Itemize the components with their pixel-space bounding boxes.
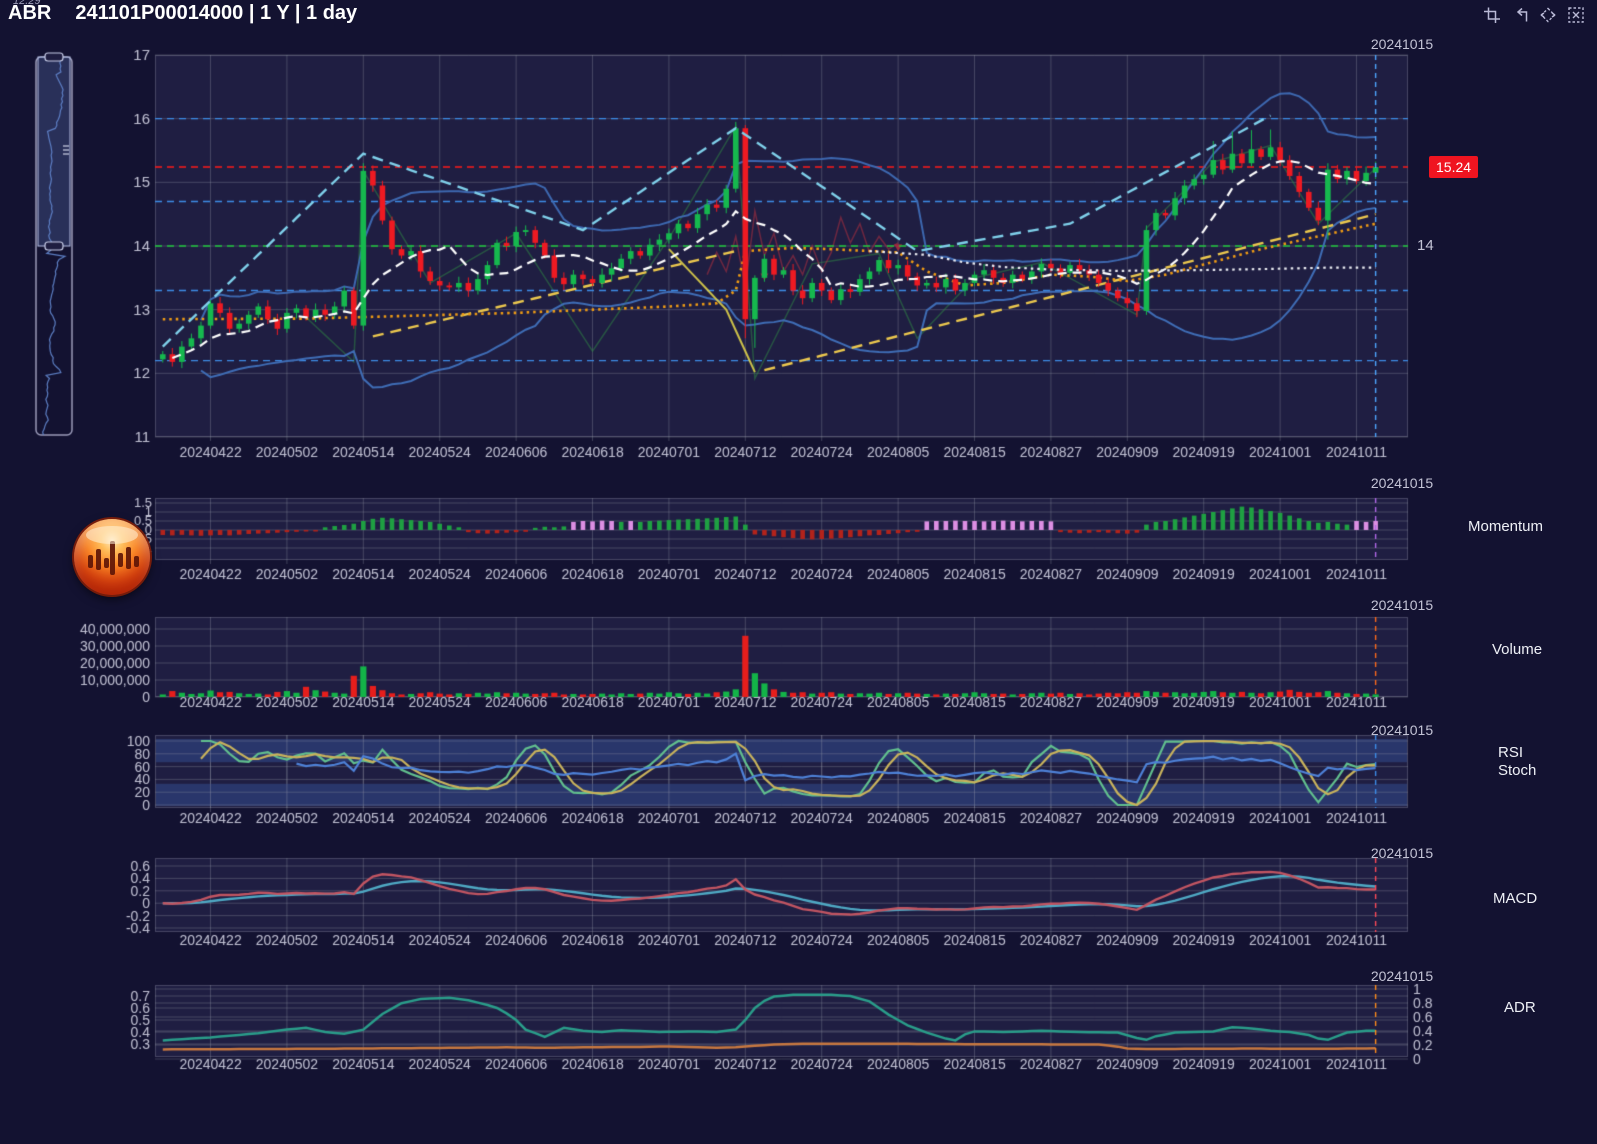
panel-label-momentum: Momentum — [1468, 518, 1543, 536]
strike-price-label: 14 — [1417, 237, 1434, 254]
cursor-date-label: 20241015 — [1347, 597, 1457, 613]
stoch-label: Stoch — [1498, 762, 1536, 780]
panel-label-volume: Volume — [1492, 641, 1542, 659]
trading-app-window: { "window": { "corner_note": "12.29", "t… — [0, 0, 1597, 1144]
rsi-label: RSI — [1498, 744, 1536, 762]
cursor-date-label: 20241015 — [1347, 36, 1457, 52]
last-price-tag: 15.24 — [1429, 156, 1478, 178]
ticker-symbol: ABR — [8, 2, 51, 24]
clear-selection-icon[interactable] — [1567, 6, 1585, 24]
panel-label-macd: MACD — [1493, 890, 1537, 908]
chart-params: 241101P00014000 | 1 Y | 1 day — [75, 2, 357, 24]
cursor-date-label: 20241015 — [1347, 475, 1457, 491]
panel-label-rsi-stoch: RSIStoch — [1498, 744, 1536, 780]
undo-zoom-icon[interactable] — [1511, 6, 1529, 24]
window-controls — [1483, 6, 1585, 24]
cursor-date-label: 20241015 — [1347, 845, 1457, 861]
title-bar: ABR 241101P00014000 | 1 Y | 1 day — [8, 2, 357, 25]
panel-label-adr: ADR — [1504, 999, 1536, 1017]
cursor-date-label: 20241015 — [1347, 722, 1457, 738]
cursor-date-label: 20241015 — [1347, 968, 1457, 984]
draw-box-icon[interactable] — [1483, 6, 1501, 24]
time-range-navigator[interactable] — [32, 51, 76, 443]
pan-icon[interactable] — [1539, 6, 1557, 24]
app-logo-icon — [74, 519, 150, 595]
